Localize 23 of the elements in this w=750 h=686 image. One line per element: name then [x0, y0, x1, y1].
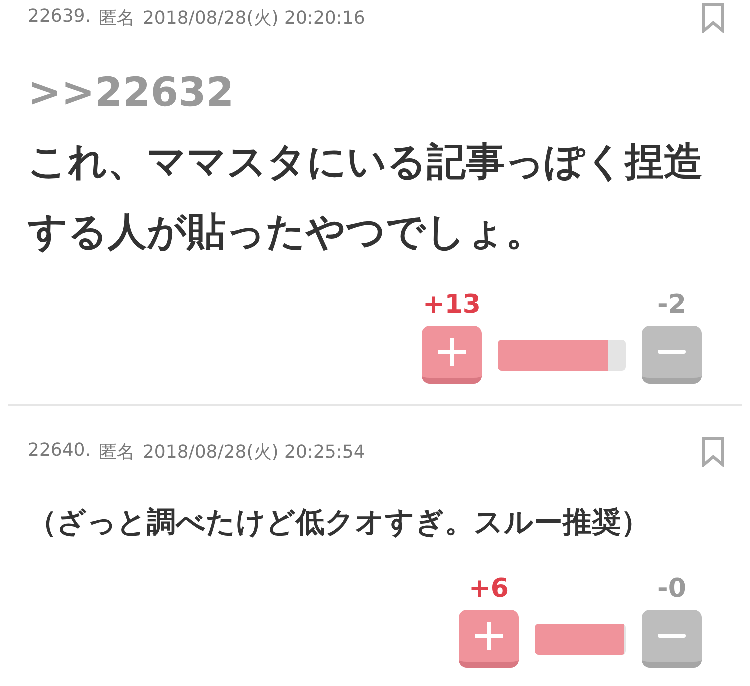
post-number: 22640. [28, 440, 91, 463]
upvote-count: +13 [423, 290, 481, 320]
author-name: 匿名 [98, 7, 135, 30]
downvote-button[interactable] [642, 326, 702, 384]
post-body: これ、ママスタにいる記事っぽく捏造する人が貼ったやつでしょ。 [28, 139, 704, 257]
post-date: 2018/08/28(火) 20:20:16 [142, 7, 366, 30]
minus-icon [658, 350, 686, 354]
minus-icon [658, 634, 686, 638]
downvote-count: -2 [658, 290, 686, 320]
bookmark-icon[interactable] [702, 3, 725, 33]
plus-icon [475, 622, 503, 650]
post-date: 2018/08/28(火) 20:25:54 [142, 441, 366, 464]
downvote-button[interactable] [642, 610, 702, 668]
bookmark-icon[interactable] [702, 437, 725, 467]
post-number: 22639. [28, 6, 91, 29]
plus-icon [438, 338, 466, 366]
upvote-count: +6 [469, 574, 509, 604]
reply-link[interactable]: >>22632 [28, 58, 234, 128]
upvote-button[interactable] [422, 326, 482, 384]
author-name: 匿名 [98, 441, 135, 464]
upvote-button[interactable] [459, 610, 519, 668]
post-body: （ざっと調べたけど低クオすぎ。スルー推奨） [28, 504, 650, 541]
downvote-count: -0 [658, 574, 686, 604]
